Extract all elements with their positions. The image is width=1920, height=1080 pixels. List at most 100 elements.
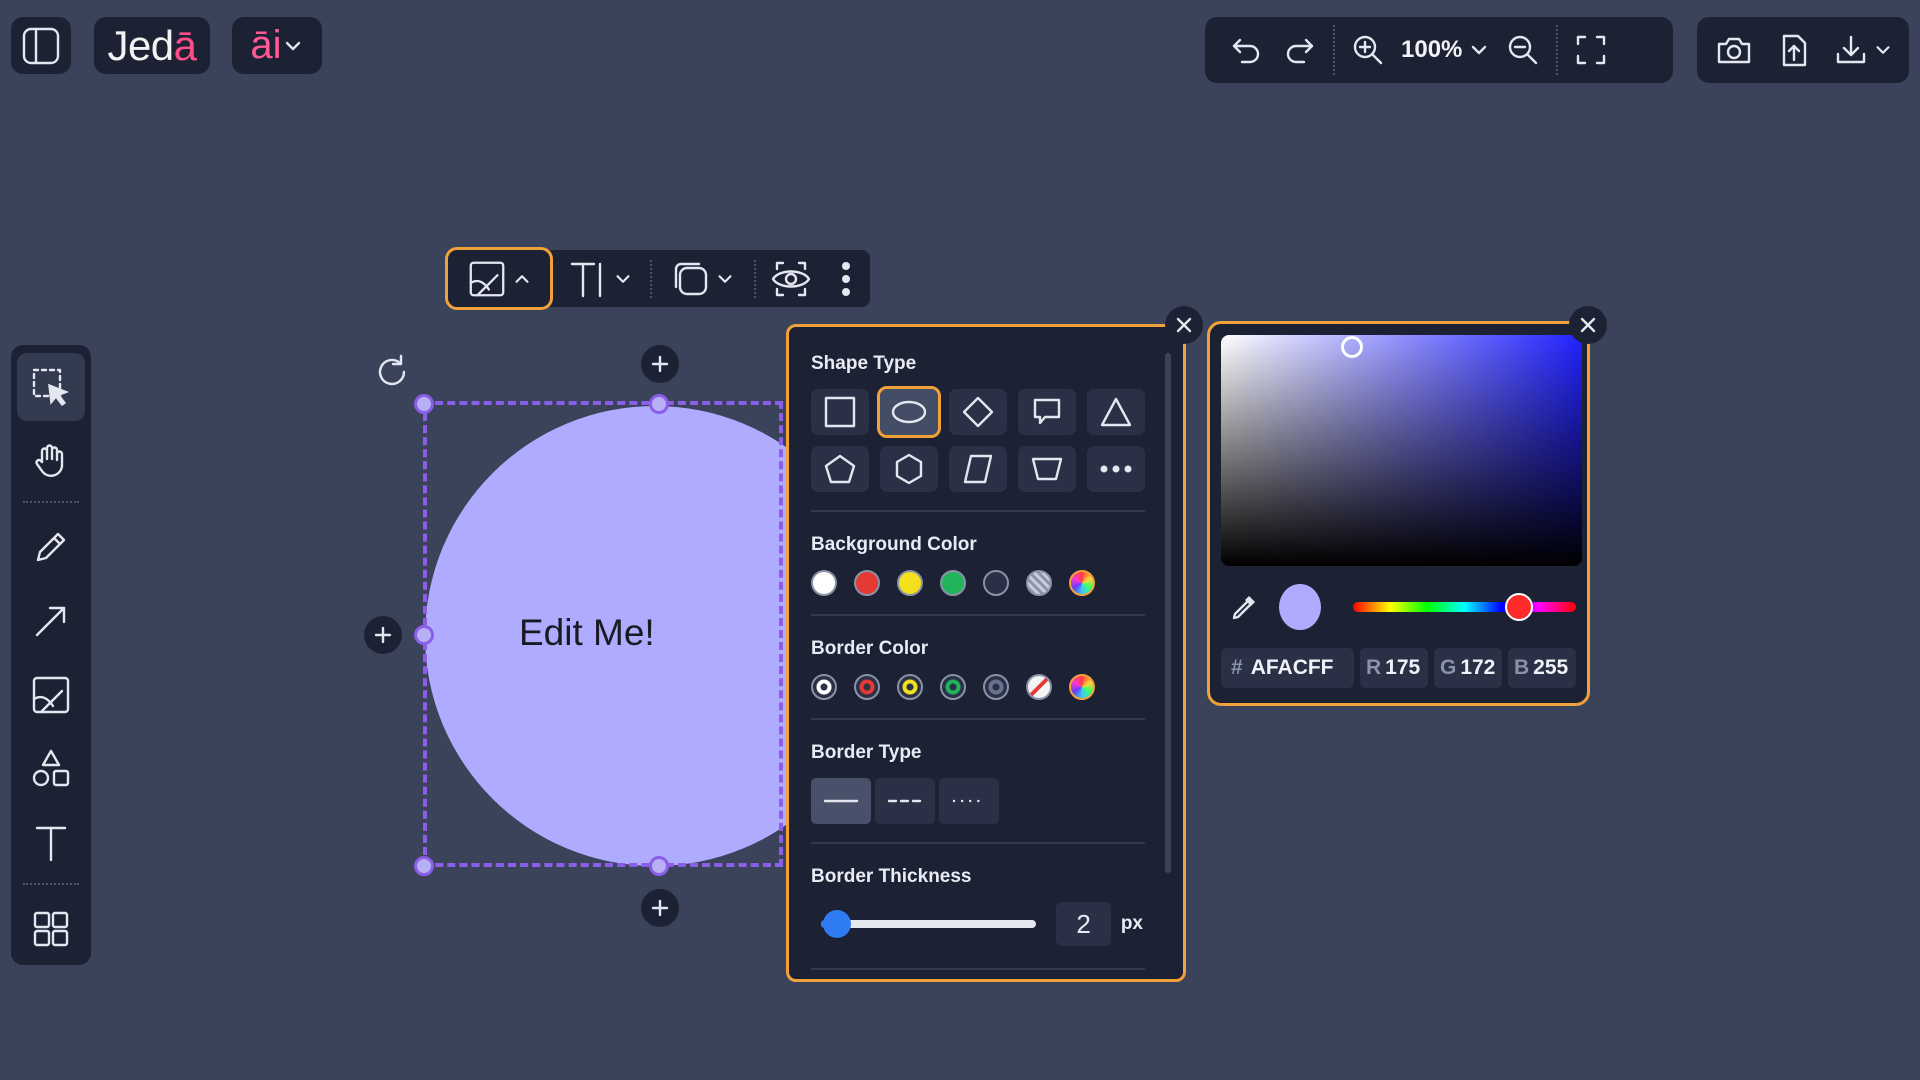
text-icon (35, 826, 67, 862)
hex-field[interactable]: # AFACFF (1221, 648, 1354, 688)
bg-swatch-red[interactable] (854, 570, 880, 596)
tool-templates[interactable] (17, 895, 85, 963)
shape-speech-bubble[interactable] (1018, 389, 1076, 435)
chevron-down-icon (1472, 45, 1487, 55)
border-type-dotted[interactable] (939, 778, 999, 824)
tool-text[interactable] (17, 809, 85, 877)
hue-slider[interactable] (1352, 593, 1576, 621)
rotate-handle[interactable] (372, 352, 412, 392)
zoom-out-button[interactable] (1496, 25, 1550, 75)
blue-label: B (1513, 656, 1530, 679)
tool-image[interactable] (17, 661, 85, 729)
zoom-level-dropdown[interactable]: 100% (1395, 36, 1496, 64)
border-thickness-label: Border Thickness (811, 866, 972, 887)
parallelogram-icon (963, 454, 993, 484)
saturation-value-area[interactable] (1221, 335, 1582, 566)
shape-text[interactable]: Edit Me! (519, 612, 655, 654)
fullscreen-button[interactable] (1564, 25, 1618, 75)
hex-prefix: # (1231, 656, 1243, 679)
border-swatch-red[interactable] (854, 674, 880, 700)
shape-parallelogram[interactable] (949, 446, 1007, 492)
border-swatch-white[interactable] (811, 674, 837, 700)
saturation-value-knob[interactable] (1341, 336, 1363, 358)
media-options-button[interactable] (445, 247, 553, 310)
border-swatch-custom[interactable] (1069, 674, 1095, 700)
bg-swatch-yellow[interactable] (897, 570, 923, 596)
red-field[interactable]: R 175 (1359, 648, 1428, 688)
fullscreen-icon (1577, 35, 1606, 65)
add-connector-bottom[interactable] (641, 889, 679, 927)
shape-triangle[interactable] (1087, 389, 1145, 435)
visibility-button[interactable] (756, 250, 826, 307)
bg-swatch-white[interactable] (811, 570, 837, 596)
resize-handle-top-left[interactable] (414, 394, 434, 414)
tools-sidebar (11, 345, 91, 965)
shape-more[interactable] (1087, 446, 1145, 492)
chevron-down-icon (285, 41, 300, 50)
solid-line-icon (823, 799, 859, 803)
panel-scrollbar[interactable] (1165, 353, 1171, 873)
screenshot-button[interactable] (1707, 25, 1761, 75)
shape-pentagon[interactable] (811, 446, 869, 492)
shape-diamond[interactable] (949, 389, 1007, 435)
shape-hexagon[interactable] (880, 446, 938, 492)
shape-ellipse[interactable] (877, 386, 941, 438)
square-icon (824, 396, 856, 428)
resize-handle-left[interactable] (414, 625, 434, 645)
shape-style-icon (674, 262, 708, 295)
eyedropper-button[interactable] (1229, 592, 1259, 622)
close-shape-panel-button[interactable] (1165, 306, 1203, 344)
select-icon (32, 368, 70, 407)
border-thickness-unit: px (1120, 913, 1143, 934)
tool-pencil[interactable] (17, 513, 85, 581)
border-swatch-yellow[interactable] (897, 674, 923, 700)
tool-select[interactable] (17, 353, 85, 421)
redo-button[interactable] (1273, 25, 1327, 75)
more-options-button[interactable] (826, 250, 866, 307)
sidebar-toggle-button[interactable] (11, 17, 71, 74)
upload-button[interactable] (1767, 25, 1821, 75)
resize-handle-bottom[interactable] (649, 856, 669, 876)
shape-type-grid (811, 386, 1145, 492)
tool-shapes[interactable] (17, 735, 85, 803)
tool-hand[interactable] (17, 427, 85, 495)
bg-swatch-dark[interactable] (983, 570, 1009, 596)
blue-field[interactable]: B 255 (1507, 648, 1576, 688)
trapezoid-icon (1031, 457, 1063, 481)
border-thickness-input[interactable]: 2 (1056, 902, 1111, 946)
chevron-up-icon (515, 274, 529, 283)
more-vertical-icon (842, 261, 850, 296)
add-connector-left[interactable] (364, 616, 402, 654)
border-swatch-gray[interactable] (983, 674, 1009, 700)
green-field[interactable]: G 172 (1433, 648, 1502, 688)
hexagon-icon (895, 453, 923, 485)
hue-knob[interactable] (1504, 593, 1533, 621)
text-options-button[interactable] (550, 250, 650, 307)
bg-swatch-custom[interactable] (1069, 570, 1095, 596)
close-color-picker-button[interactable] (1569, 306, 1607, 344)
download-button[interactable] (1827, 25, 1899, 75)
border-swatch-none[interactable] (1026, 674, 1052, 700)
slider-knob[interactable] (823, 910, 851, 938)
shape-style-button[interactable] (652, 250, 754, 307)
resize-handle-top[interactable] (649, 394, 669, 414)
shape-trapezoid[interactable] (1018, 446, 1076, 492)
color-picker-panel: # AFACFF R 175 G 172 B 255 (1207, 321, 1590, 706)
border-type-solid[interactable] (811, 778, 871, 824)
tool-arrow[interactable] (17, 587, 85, 655)
red-label: R (1365, 656, 1382, 679)
bg-swatch-pattern[interactable] (1026, 570, 1052, 596)
zoom-in-button[interactable] (1341, 25, 1395, 75)
border-swatch-green[interactable] (940, 674, 966, 700)
section-divider (811, 968, 1145, 970)
shape-square[interactable] (811, 389, 869, 435)
undo-button[interactable] (1219, 25, 1273, 75)
ai-menu-button[interactable]: āi (232, 17, 322, 74)
resize-handle-bottom-left[interactable] (414, 856, 434, 876)
bg-swatch-green[interactable] (940, 570, 966, 596)
ellipse-icon (891, 400, 927, 424)
add-connector-top[interactable] (641, 345, 679, 383)
border-type-dashed[interactable] (875, 778, 935, 824)
border-thickness-slider[interactable] (821, 910, 1037, 938)
app-logo[interactable]: Jed ā (94, 17, 210, 74)
